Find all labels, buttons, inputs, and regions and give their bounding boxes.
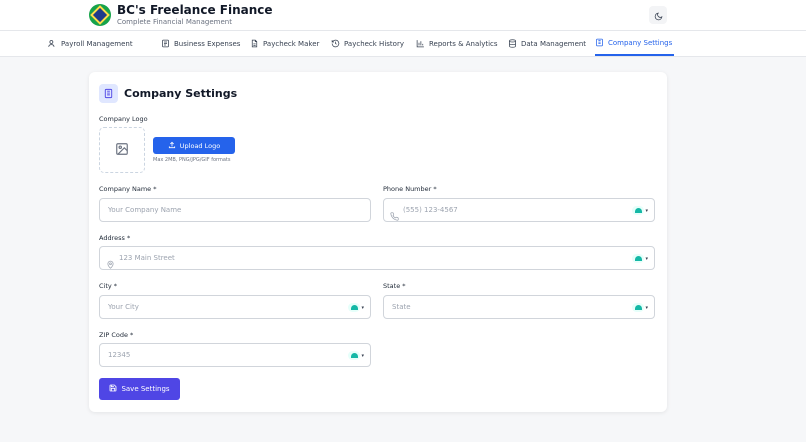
users-icon [48,39,57,48]
company-name-label: Company Name * [99,185,157,193]
tab-business-expenses[interactable]: Business Expenses [161,31,240,56]
tab-label: Company Settings [608,38,673,47]
app-subtitle: Complete Financial Management [117,18,232,26]
company-name-input[interactable]: Your Company Name [99,198,371,222]
page-title: Company Settings [124,87,238,100]
zip-label: ZIP Code * [99,331,134,339]
save-settings-button[interactable]: Save Settings [99,378,180,400]
receipt-icon [161,39,170,48]
upload-hint: Max 2MB, PNG/JPG/GIF formats [153,157,231,163]
password-manager-icon [632,303,645,312]
image-icon [115,141,129,160]
password-manager-button[interactable]: ▾ [348,351,364,360]
save-settings-label: Save Settings [121,385,170,393]
map-pin-icon [106,254,115,269]
history-icon [331,39,340,48]
save-icon [109,384,117,394]
tab-company-settings[interactable]: Company Settings [595,31,675,56]
password-manager-icon [632,254,645,263]
chevron-down-icon: ▾ [361,304,364,311]
zip-input[interactable]: 12345 ▾ [99,343,371,367]
tab-label: Reports & Analytics [429,39,498,48]
tab-reports-analytics[interactable]: Reports & Analytics [416,31,498,56]
tab-paycheck-maker[interactable]: Paycheck Maker [250,31,319,56]
tab-label: Data Management [521,39,587,48]
building-icon [99,84,118,103]
tab-payroll-management[interactable]: Payroll Management [48,31,133,56]
city-placeholder: Your City [108,303,139,311]
document-icon [250,39,259,48]
tab-label: Paycheck History [344,39,404,48]
password-manager-button[interactable]: ▾ [632,303,648,312]
phone-placeholder: (555) 123-4567 [403,206,458,214]
city-input[interactable]: Your City ▾ [99,295,371,319]
tab-data-management[interactable]: Data Management [508,31,586,56]
state-label: State * [383,282,406,290]
building-icon [595,38,604,47]
app-title: BC's Freelance Finance [117,3,273,17]
tab-label: Payroll Management [61,39,133,48]
company-name-placeholder: Your Company Name [108,206,182,214]
upload-logo-button[interactable]: Upload Logo [153,137,235,154]
address-label: Address * [99,234,131,242]
chevron-down-icon: ▾ [645,255,648,262]
theme-toggle-button[interactable] [649,6,667,24]
password-manager-button[interactable]: ▾ [632,254,648,263]
phone-icon [390,206,399,221]
phone-input[interactable]: (555) 123-4567 ▾ [383,198,655,222]
chevron-down-icon: ▾ [645,207,648,214]
tab-label: Business Expenses [174,39,241,48]
company-settings-card: Company Settings Company Logo Upload Log… [89,72,667,412]
app-header: BC's Freelance Finance Complete Financia… [0,0,806,31]
logo-preview[interactable] [99,127,145,173]
chevron-down-icon: ▾ [645,304,648,311]
chevron-down-icon: ▾ [361,352,364,359]
upload-icon [168,141,176,151]
phone-label: Phone Number * [383,185,437,193]
password-manager-icon [348,303,361,312]
bar-chart-icon [416,39,425,48]
company-logo-label: Company Logo [99,115,148,123]
app-logo [89,4,111,26]
upload-logo-label: Upload Logo [179,141,221,150]
database-icon [508,39,517,48]
zip-placeholder: 12345 [108,351,131,359]
address-placeholder: 123 Main Street [119,254,175,262]
tab-label: Paycheck Maker [263,39,320,48]
state-input[interactable]: State ▾ [383,295,655,319]
password-manager-icon [348,351,361,360]
state-placeholder: State [392,303,411,311]
password-manager-icon [632,206,645,215]
main-tabs: Payroll Management Business Expenses Pay… [0,31,806,57]
address-input[interactable]: 123 Main Street ▾ [99,246,655,270]
password-manager-button[interactable]: ▾ [632,206,648,215]
tab-paycheck-history[interactable]: Paycheck History [331,31,404,56]
password-manager-button[interactable]: ▾ [348,303,364,312]
moon-icon [654,6,663,25]
city-label: City * [99,282,118,290]
